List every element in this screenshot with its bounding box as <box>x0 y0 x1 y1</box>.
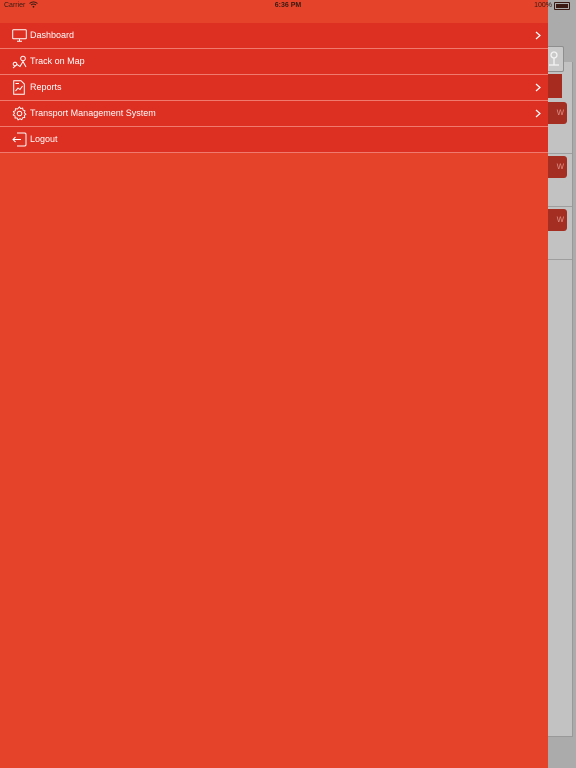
menu-item-label: Reports <box>30 82 62 92</box>
monitor-icon <box>10 27 28 45</box>
chevron-right-icon <box>533 29 543 41</box>
menu-item-dashboard[interactable]: Dashboard <box>0 23 548 49</box>
map-route-icon <box>10 53 28 71</box>
logout-icon <box>10 131 28 149</box>
side-drawer: Dashboard Track on Map Reports Transport… <box>0 0 548 768</box>
battery-icon <box>554 2 570 10</box>
menu-item-transport-management-system[interactable]: Transport Management System <box>0 101 548 127</box>
menu-item-label: Logout <box>30 134 58 144</box>
gear-icon <box>10 105 28 123</box>
background-row-divider <box>548 153 572 154</box>
background-row-divider <box>548 259 572 260</box>
chevron-right-icon <box>533 81 543 93</box>
status-time: 6:36 PM <box>274 2 302 9</box>
menu-item-label: Dashboard <box>30 30 75 40</box>
menu-item-logout[interactable]: Logout <box>0 127 548 153</box>
background-header-bar <box>548 74 562 98</box>
menu-item-track-on-map[interactable]: Track on Map <box>0 49 548 75</box>
menu-item-label: Transport Management System <box>30 108 156 118</box>
battery-percentage: 100% <box>534 2 552 9</box>
drawer-menu: Dashboard Track on Map Reports Transport… <box>0 23 548 153</box>
background-row-divider <box>548 206 572 207</box>
menu-item-reports[interactable]: Reports <box>0 75 548 101</box>
chevron-right-icon <box>533 107 543 119</box>
report-icon <box>10 79 28 97</box>
status-bar: Carrier 6:36 PM 100% <box>0 0 576 12</box>
menu-item-label: Track on Map <box>30 56 85 66</box>
